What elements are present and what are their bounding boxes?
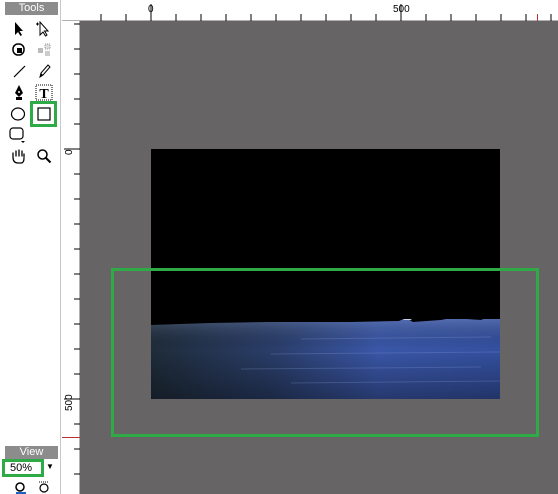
pen-tool[interactable] [8,82,29,102]
line-icon [13,65,25,78]
rounded-rectangle-tool[interactable] [7,125,28,145]
ruler-top-position-marker [537,14,538,21]
arrow-icon [14,22,23,36]
ruler-left-label-0: 0 [64,149,75,155]
zoom-in-view-button[interactable] [33,480,54,494]
document-canvas[interactable] [80,21,558,494]
zoom-level-value: 50% [10,462,33,474]
ruler-top-label-0: 0 [148,4,154,15]
ruler-top-label-500: 500 [393,4,410,15]
zoom-out-icon [14,482,26,494]
zoom-level-field[interactable]: 50% [2,459,44,477]
lasso-icon [11,43,25,56]
selection-rectangle[interactable] [111,268,539,437]
pen-icon [14,84,23,100]
view-panel-title: View [5,446,58,459]
subselect-icon [35,21,49,37]
zoom-out-view-button[interactable] [10,480,31,494]
oval-icon [10,107,25,121]
oval-tool[interactable] [7,104,28,124]
zoom-in-icon [38,481,49,493]
rectangle-tool[interactable] [30,101,57,127]
magic-wand-tool[interactable] [33,40,54,60]
hand-tool[interactable] [8,146,29,166]
rectangle-icon [36,107,51,121]
zoom-dropdown-arrow-icon[interactable]: ▼ [46,463,54,471]
ruler-left-label-500: 500 [64,394,75,411]
ruler-left-position-marker [62,437,80,438]
text-icon: T [35,84,52,101]
ruler-left: 0 500 [62,21,80,494]
zoom-icon [36,149,51,164]
text-tool[interactable]: T [33,82,54,102]
svg-text:T: T [39,87,49,101]
lasso-tool[interactable] [8,40,29,60]
pencil-icon [38,64,51,79]
zoom-tool[interactable] [33,146,54,166]
ruler-top: 0 500 [62,0,558,21]
ruler-top-ticks [100,4,552,21]
magic-wand-icon [37,43,50,56]
tools-panel: Tools T View 50% ▼ [0,0,61,494]
pencil-tool[interactable] [33,61,54,81]
arrow-tool[interactable] [8,19,29,39]
ruler-left-ticks [64,23,80,475]
subselect-tool[interactable] [33,19,54,39]
line-tool[interactable] [8,61,29,81]
tools-panel-title: Tools [5,2,58,15]
hand-icon [11,148,25,164]
rounded-rectangle-icon [8,127,25,143]
